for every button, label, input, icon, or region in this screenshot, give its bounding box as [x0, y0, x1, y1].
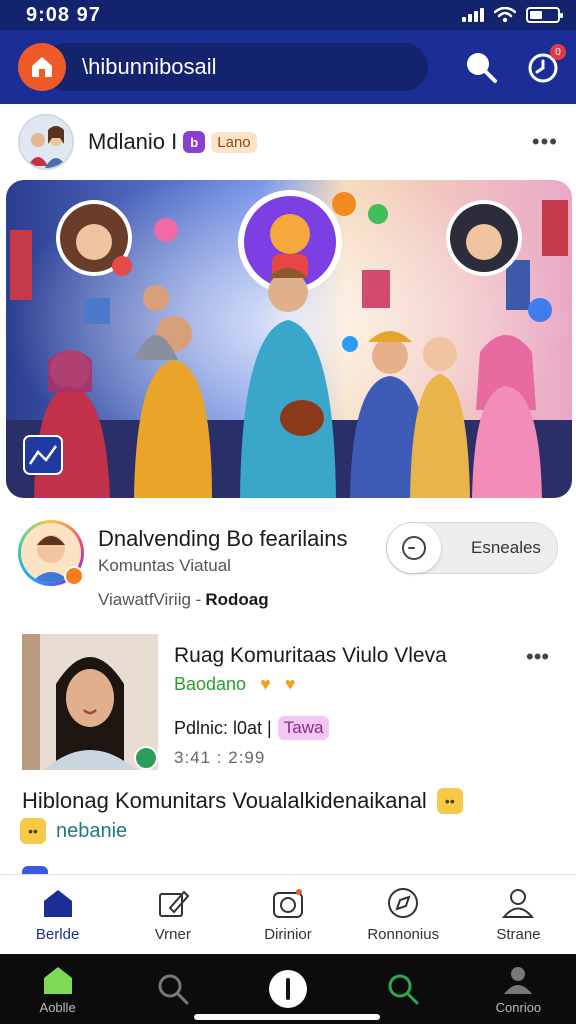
nav-home[interactable]: Berlde	[0, 875, 115, 954]
nav-camera[interactable]: Dirinior	[230, 875, 345, 954]
home-icon	[32, 57, 52, 77]
status-icons	[462, 7, 563, 23]
channel-meta: ViawatfViriig - Rodoag	[98, 590, 269, 610]
nav-label: Berlde	[35, 926, 80, 943]
community-banner[interactable]	[6, 180, 572, 498]
channel-badge-icon	[64, 566, 84, 586]
card-status-row: Pdlnic: l0at | Tawa	[174, 716, 330, 740]
profile-icon	[504, 966, 533, 994]
home-icon	[43, 966, 72, 994]
channel-subtitle: Komuntas Viatual	[98, 556, 231, 575]
sys-label: Conrioo	[495, 999, 542, 1015]
status-bar: 9:08 97	[0, 0, 576, 30]
author-name[interactable]: Mdlanio I	[88, 129, 177, 155]
group-photo	[20, 116, 72, 168]
nav-label: Strane	[496, 926, 541, 943]
sys-home[interactable]: Aoblle	[0, 954, 115, 1024]
card-more-button[interactable]: •••	[526, 644, 549, 670]
camera-icon	[273, 889, 303, 918]
sys-profile[interactable]: Conrioo	[461, 954, 576, 1024]
profile-icon	[502, 889, 535, 918]
card-subtitle: Baodano	[174, 674, 247, 694]
channel-title[interactable]: Dnalvending Bo fearilains	[98, 526, 348, 552]
notification-badge: 0	[550, 44, 566, 60]
emoji-icon: ••	[436, 788, 463, 814]
timer-button[interactable]: 0	[526, 44, 566, 84]
home-icon	[43, 890, 72, 917]
post-tag: Lano	[211, 131, 257, 153]
more-options-button[interactable]: •••	[532, 129, 558, 155]
card-status-label: Pdlnic: l0at |	[174, 717, 272, 738]
headline-text: Hiblonag Komunitars Voualalkidenaikanal	[22, 788, 427, 813]
sys-label: Aoblle	[39, 999, 76, 1015]
toggle-knob	[387, 523, 441, 573]
nav-edit[interactable]: Vrner	[115, 875, 230, 954]
bottom-nav: Berlde Vrner Dirinior Ronnonius Strane	[0, 874, 576, 954]
channel-meta-right: Rodoag	[205, 590, 269, 609]
compass-icon	[388, 888, 419, 918]
home-button[interactable]	[18, 43, 66, 91]
search-icon	[388, 974, 419, 1005]
subscribe-toggle[interactable]: Esneales	[386, 522, 558, 574]
post-header: Mdlanio I b Lano •••	[18, 112, 558, 172]
app-screen: 9:08 97 \hibunnibosail 0 Mdlanio I b Lan…	[0, 0, 576, 1024]
channel-meta-left: ViawatfViriig -	[98, 590, 202, 609]
search-icon	[467, 53, 497, 83]
card-thumbnail[interactable]	[22, 634, 158, 770]
app-header: \hibunnibosail 0	[0, 30, 576, 104]
header-actions: 0	[464, 44, 566, 84]
subline-row: •• nebanie	[20, 818, 127, 844]
headline-row[interactable]: Hiblonag Komunitars Voualalkidenaikanal …	[22, 788, 562, 814]
author-avatar[interactable]	[18, 114, 74, 170]
card-status-tag: Tawa	[277, 716, 330, 740]
verified-icon: b	[183, 131, 206, 153]
wifi-icon	[494, 7, 516, 23]
community-illustration	[6, 180, 572, 498]
search-icon	[158, 974, 189, 1005]
nav-label: Ronnonius	[367, 926, 440, 943]
card-time: 3:41 : 2:99	[174, 748, 266, 767]
feed-card[interactable]: Ruag Komuritaas Viulo Vleva ••• Baodano …	[22, 634, 562, 770]
channel-row[interactable]: Dnalvending Bo fearilains Komuntas Viatu…	[18, 514, 562, 614]
card-title[interactable]: Ruag Komuritaas Viulo Vleva	[174, 644, 447, 668]
nav-explore[interactable]: Ronnonius	[346, 875, 461, 954]
search-bar[interactable]: \hibunnibosail	[42, 43, 428, 91]
search-text: \hibunnibosail	[82, 54, 217, 79]
nav-label: Vrner	[154, 926, 191, 943]
heart-icon: ♥	[260, 674, 271, 694]
home-button-icon	[269, 970, 307, 1008]
clock-icon	[402, 536, 426, 560]
nav-label: Dirinior	[264, 926, 312, 943]
edit-icon	[158, 890, 190, 917]
nav-profile[interactable]: Strane	[461, 875, 576, 954]
signal-icon	[462, 8, 484, 22]
heart-icon: ♥	[284, 674, 296, 694]
home-indicator[interactable]	[194, 1014, 380, 1020]
emoji-icon: ••	[20, 818, 46, 844]
subline-text: nebanie	[56, 819, 128, 842]
card-subtitle-row: Baodano ♥ ♥	[174, 674, 295, 695]
search-button[interactable]	[464, 50, 498, 84]
toggle-label: Esneales	[471, 538, 541, 557]
status-time: 9:08 97	[26, 3, 101, 26]
online-badge-icon	[134, 746, 158, 770]
battery-icon	[526, 7, 563, 23]
